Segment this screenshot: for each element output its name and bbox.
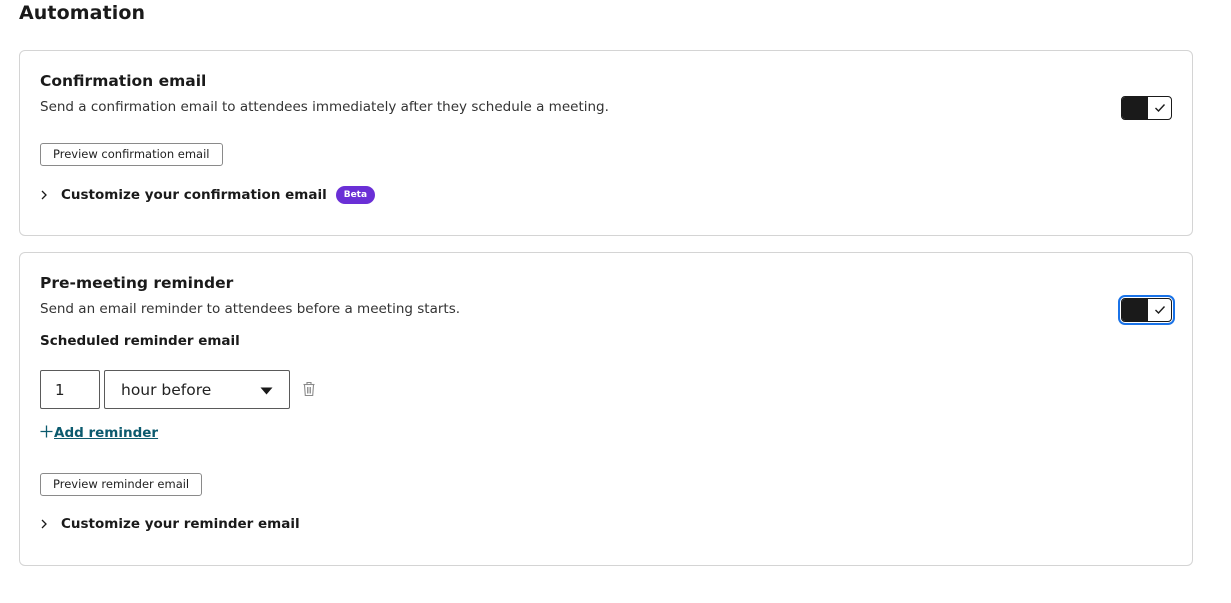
preview-reminder-button[interactable]: Preview reminder email [40,473,203,496]
customize-confirmation-expander[interactable]: Customize your confirmation email Beta [40,186,376,204]
toggle-knob [1122,299,1148,321]
customize-confirmation-label: Customize your confirmation email [61,187,327,203]
preview-confirmation-button[interactable]: Preview confirmation email [40,143,223,166]
toggle-knob [1122,97,1148,119]
add-reminder-label: Add reminder [54,425,159,441]
caret-down-icon [260,380,273,399]
page-title: Automation [19,2,146,24]
reminder-unit-value: hour before [121,380,212,399]
trash-icon[interactable] [302,381,318,397]
reminder-unit-select[interactable]: hour before [104,370,290,409]
add-reminder-link[interactable]: Add reminder [40,425,158,441]
reminder-title: Pre-meeting reminder [40,274,234,292]
customize-reminder-label: Customize your reminder email [61,516,300,532]
scheduled-reminder-heading: Scheduled reminder email [40,333,240,349]
confirmation-title: Confirmation email [40,72,207,90]
plus-icon [40,425,53,441]
check-icon [1148,299,1171,321]
beta-badge: Beta [335,186,376,204]
automation-page: Automation Confirmation email Send a con… [0,0,1231,603]
check-icon [1148,97,1171,119]
reminder-toggle[interactable] [1118,295,1175,325]
reminder-description: Send an email reminder to attendees befo… [40,301,461,317]
chevron-right-icon [40,518,52,530]
confirmation-description: Send a confirmation email to attendees i… [40,99,609,115]
customize-reminder-expander[interactable]: Customize your reminder email [40,516,300,532]
chevron-right-icon [40,189,52,201]
confirmation-toggle[interactable] [1121,96,1172,120]
pre-meeting-reminder-card: Pre-meeting reminder Send an email remin… [19,252,1193,566]
reminder-amount-input[interactable] [40,370,100,409]
confirmation-email-card: Confirmation email Send a confirmation e… [19,50,1193,236]
